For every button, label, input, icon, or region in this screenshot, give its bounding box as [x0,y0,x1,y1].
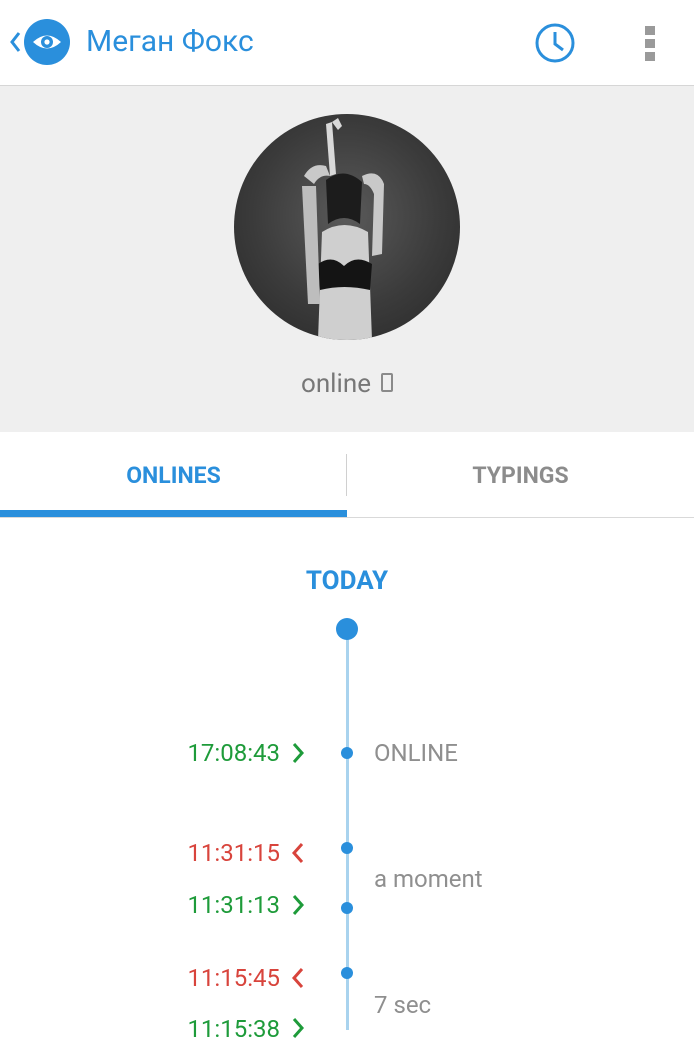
online-time: 11:15:38 [187,1015,280,1043]
offline-time: 11:31:15 [187,839,280,867]
app-bar: Меган Фокс [0,0,694,86]
timeline-dot [341,967,353,979]
chevron-right-icon [292,895,305,915]
more-vertical-icon[interactable] [636,22,664,64]
page-title: Меган Фокс [86,24,254,59]
chevron-right-icon [292,1018,305,1038]
timeline-dot [341,902,353,914]
day-header: TODAY [305,566,389,596]
online-status: online [0,367,694,400]
phone-icon [380,372,393,392]
eye-icon[interactable] [24,19,70,65]
offline-time: 11:15:45 [187,964,280,992]
chevron-right-icon [292,743,305,763]
clock-icon[interactable] [532,20,578,66]
timeline-start-dot [336,618,358,640]
status-text: online [301,369,371,400]
chevron-left-icon [291,843,304,863]
session-duration: ONLINE [374,739,458,767]
chevron-left-icon [291,968,304,988]
tab-bar: ONLINES TYPINGS [0,432,694,518]
session-duration: a moment [374,865,483,893]
active-tab-indicator [0,510,347,517]
online-time: 17:08:43 [187,739,280,767]
tab-typings[interactable]: TYPINGS [347,432,694,518]
timeline-dot [341,747,353,759]
avatar [234,114,460,340]
online-time: 11:31:13 [187,891,280,919]
timeline-dot [341,842,353,854]
tab-onlines[interactable]: ONLINES [0,432,347,518]
back-chevron-icon[interactable] [8,28,22,56]
session-duration: 7 sec [374,991,432,1019]
profile-header: online [0,86,694,432]
